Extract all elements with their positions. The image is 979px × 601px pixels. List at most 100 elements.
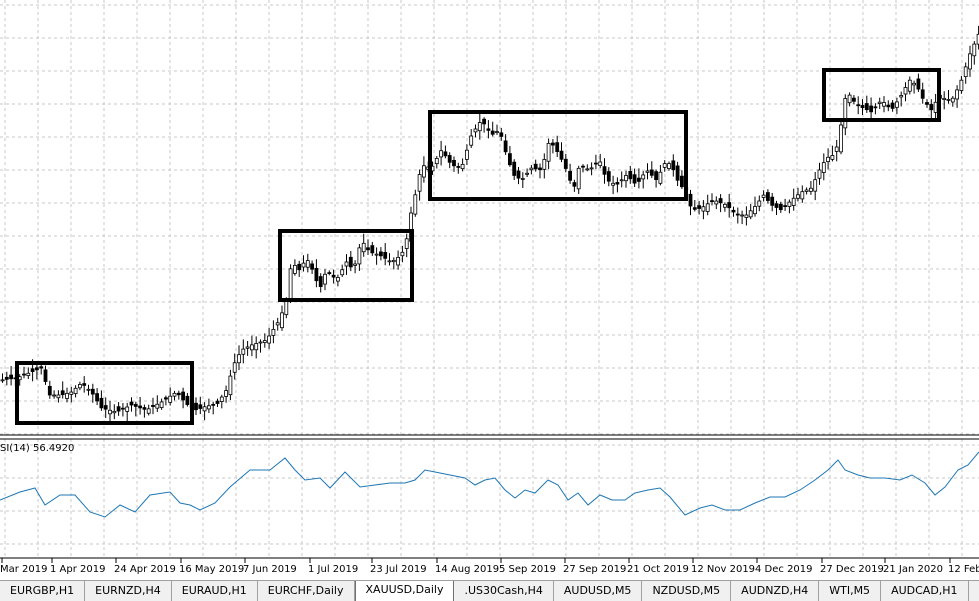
candle-body xyxy=(916,78,921,90)
candle-body xyxy=(920,89,925,99)
candle-body xyxy=(473,128,478,133)
time-tick-label: Mar 2019 xyxy=(0,564,48,575)
candle-body xyxy=(348,256,353,268)
candle-body xyxy=(873,106,878,109)
candle-body xyxy=(443,151,448,157)
time-tick-label: 16 May 2019 xyxy=(179,564,244,575)
candle-body xyxy=(538,167,542,171)
candle-body xyxy=(821,162,826,173)
chart-tab[interactable]: XAUUSD,Daily xyxy=(354,581,455,601)
candle-body xyxy=(834,146,839,152)
candle-body xyxy=(546,142,551,162)
candle-body xyxy=(572,182,577,187)
candle-body xyxy=(585,168,590,171)
chart-tab[interactable]: EURAUD,H1 xyxy=(172,581,258,601)
candle-body xyxy=(877,101,882,104)
candle-body xyxy=(800,191,805,200)
candle-body xyxy=(594,162,598,165)
time-tick-label: 7 Jun 2019 xyxy=(243,564,297,575)
candle-body xyxy=(335,277,340,282)
candle-body xyxy=(280,312,284,329)
candle-body xyxy=(327,272,332,274)
candle-body xyxy=(667,163,671,169)
candle-body xyxy=(56,394,61,399)
candle-body xyxy=(116,406,121,412)
candle-body xyxy=(469,135,474,146)
candle-body xyxy=(774,203,779,208)
price-chart[interactable]: SI(14) 56.4920 Mar 2019 1 Apr 2019 24 Apr … xyxy=(0,0,979,580)
candle-body xyxy=(30,368,35,372)
chart-tab[interactable]: EURGBP,H1 xyxy=(0,581,86,601)
candle-body xyxy=(215,400,220,404)
candle-body xyxy=(611,182,615,186)
candle-body xyxy=(959,79,964,91)
candle-body xyxy=(232,362,237,373)
candle-body xyxy=(52,394,56,397)
candle-body xyxy=(26,372,31,377)
chart-tab[interactable]: EURCHF,Daily xyxy=(258,581,355,601)
candle-body xyxy=(705,203,710,212)
candle-body xyxy=(563,158,568,169)
candle-body xyxy=(22,373,26,376)
candle-body xyxy=(275,322,280,326)
chart-tab[interactable]: .US30Cash,H4 xyxy=(454,581,554,601)
candle-body xyxy=(202,406,207,412)
candle-body xyxy=(839,124,843,153)
candle-body xyxy=(568,170,572,181)
candle-body xyxy=(675,165,680,181)
candle-body xyxy=(671,160,676,171)
chart-tab[interactable]: CAD xyxy=(969,581,979,601)
candle-body xyxy=(507,153,512,166)
candle-body xyxy=(224,390,229,397)
candle-body xyxy=(460,163,465,170)
time-axis: Mar 2019 1 Apr 2019 24 Apr 2019 16 May 2019… xyxy=(0,558,979,575)
candle-body xyxy=(39,366,44,369)
candle-body xyxy=(43,369,48,382)
candle-body xyxy=(727,202,732,209)
chart-tab[interactable]: AUDNZD,H4 xyxy=(731,581,820,601)
candle-body xyxy=(955,89,959,100)
chart-tab[interactable]: AUDUSD,M5 xyxy=(554,581,643,601)
candle-body xyxy=(503,140,508,153)
candle-body xyxy=(344,261,349,267)
candle-body xyxy=(847,94,852,104)
chart-tab[interactable]: AUDCAD,H1 xyxy=(881,581,969,601)
candle-body xyxy=(830,155,835,160)
chart-tab[interactable]: WTI,M5 xyxy=(819,581,882,601)
chart-tab[interactable]: EURNZD,H4 xyxy=(85,581,172,601)
candle-body xyxy=(288,268,293,302)
candle-body xyxy=(404,238,409,249)
candle-body xyxy=(305,260,310,268)
candle-body xyxy=(198,404,203,409)
candle-body xyxy=(753,206,757,215)
candle-body xyxy=(606,171,611,182)
candle-body xyxy=(796,194,800,199)
chart-tab[interactable]: NZDUSD,M5 xyxy=(642,581,732,601)
candle-body xyxy=(864,103,869,111)
candle-body xyxy=(637,177,641,182)
candle-body xyxy=(112,411,117,414)
candle-body xyxy=(581,165,585,168)
candle-body xyxy=(318,276,323,287)
candle-body xyxy=(598,161,603,167)
candle-body xyxy=(99,397,104,409)
candle-body xyxy=(903,87,908,95)
candle-body xyxy=(778,203,783,211)
candle-body xyxy=(370,245,375,254)
candle-body xyxy=(90,388,95,395)
time-tick-label: 14 Aug 2019 xyxy=(435,564,499,575)
candle-body xyxy=(968,53,972,70)
candle-body xyxy=(129,401,134,406)
candle-body xyxy=(9,374,14,380)
candle-body xyxy=(912,82,916,86)
candle-body xyxy=(181,391,186,401)
candle-body xyxy=(206,405,211,410)
candle-body xyxy=(701,206,706,212)
candle-body xyxy=(817,169,822,179)
candle-body xyxy=(697,205,701,209)
candle-body xyxy=(383,252,388,259)
candle-body xyxy=(331,274,336,278)
candle-body xyxy=(245,346,250,349)
candle-body xyxy=(0,379,5,382)
candle-body xyxy=(439,150,444,158)
